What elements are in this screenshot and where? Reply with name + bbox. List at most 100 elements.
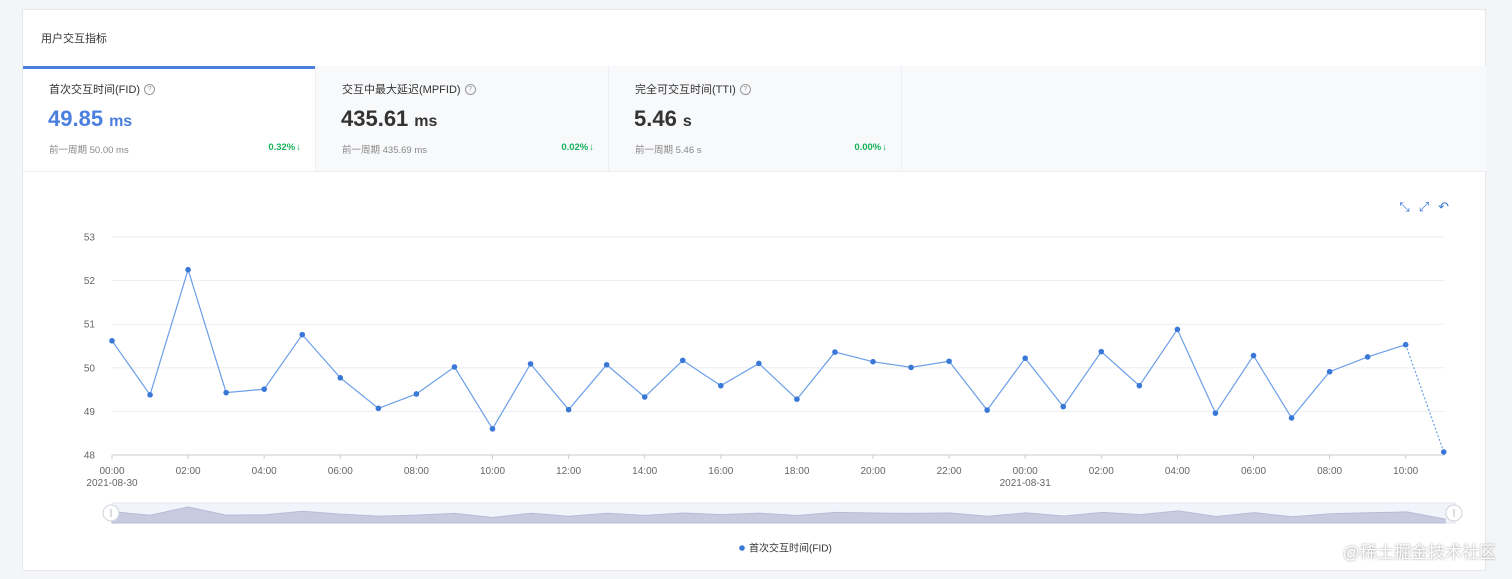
y-tick-label: 48	[84, 451, 96, 462]
x-tick-label: 04:00	[1165, 466, 1190, 477]
x-tick-label: 06:00	[1241, 466, 1266, 477]
x-tick-label: 12:00	[556, 466, 581, 477]
x-date-label: 2021-08-30	[86, 478, 138, 489]
x-tick-label: 02:00	[176, 466, 201, 477]
arrow-down-icon: ↓	[882, 142, 887, 153]
metric-tab-mpfid[interactable]: 交互中最大延迟(MPFID) ? 435.61 ms 前一周期 435.69 m…	[316, 66, 609, 171]
data-point	[1022, 355, 1028, 362]
x-tick-label: 14:00	[632, 466, 657, 477]
x-tick-label: 00:00	[99, 466, 124, 477]
metric-unit: ms	[109, 113, 133, 130]
help-icon[interactable]: ?	[464, 83, 476, 95]
data-point	[641, 394, 648, 400]
data-point	[565, 406, 572, 413]
zoom-icon[interactable]: ⤡	[1399, 200, 1409, 213]
chart-area: ⤡ ⤢ ↶ 53 52 51 50 49 48 00:00 02:00 04:00 06:00 08…	[23, 172, 1487, 571]
data-point	[413, 391, 420, 397]
data-point	[832, 349, 838, 355]
data-point	[756, 360, 762, 367]
series-line-dashed	[1405, 344, 1445, 453]
data-point	[1440, 449, 1447, 455]
watermark: @稀土掘金技术社区	[1342, 543, 1496, 562]
legend-label: 首次交互时间(FID)	[749, 542, 832, 555]
metric-value: 435.61	[341, 106, 409, 131]
metric-unit: ms	[414, 113, 438, 130]
metric-label: 首次交互时间(FID)	[49, 84, 141, 96]
metric-label: 交互中最大延迟(MPFID)	[342, 84, 461, 96]
y-tick-label: 51	[84, 320, 96, 331]
metric-previous-period: 前一周期 435.69 ms	[342, 145, 427, 156]
help-icon[interactable]: ?	[739, 83, 751, 95]
data-point	[1136, 382, 1143, 389]
chart-toolbar: ⤡ ⤢ ↶	[1399, 200, 1449, 213]
data-point	[718, 382, 724, 389]
metric-previous-period: 前一周期 50.00 ms	[49, 145, 129, 156]
arrow-down-icon: ↓	[296, 142, 301, 153]
y-tick-label: 53	[84, 233, 96, 244]
metric-tab-tti[interactable]: 完全可交互时间(TTI) ? 5.46 s 前一周期 5.46 s 0.00% …	[609, 66, 902, 171]
metric-change: 0.00% ↓	[854, 142, 887, 153]
data-point	[375, 405, 382, 412]
restore-icon[interactable]: ↶	[1438, 200, 1449, 213]
data-point	[794, 396, 800, 402]
metric-tabs-filler	[902, 66, 1487, 171]
data-point	[1288, 415, 1295, 421]
data-point	[603, 361, 610, 368]
x-tick-label: 00:00	[1013, 466, 1038, 477]
metric-tab-fid[interactable]: 首次交互时间(FID) ? 49.85 ms 前一周期 50.00 ms 0.3…	[23, 66, 316, 171]
series-line	[111, 267, 1406, 431]
data-point	[489, 426, 496, 432]
x-tick-label: 08:00	[404, 466, 429, 477]
x-tick-label: 22:00	[937, 466, 962, 477]
data-point	[1060, 403, 1067, 410]
metric-change: 0.32% ↓	[268, 142, 301, 153]
user-interaction-panel: 用户交互指标 首次交互时间(FID) ? 49.85 ms 前一周期 50.00…	[22, 9, 1487, 571]
data-point	[299, 331, 306, 338]
data-point	[1402, 341, 1409, 348]
data-point	[1212, 410, 1219, 416]
x-tick-label: 02:00	[1089, 466, 1114, 477]
help-icon[interactable]: ?	[144, 83, 156, 95]
data-point	[223, 389, 229, 396]
metric-value: 5.46	[634, 106, 677, 131]
y-tick-label: 49	[84, 407, 96, 418]
x-tick-label: 18:00	[784, 466, 809, 477]
data-point	[1364, 354, 1371, 360]
x-tick-label: 10:00	[1393, 466, 1418, 477]
data-point	[1326, 368, 1333, 375]
data-point	[946, 358, 952, 365]
data-point	[1174, 326, 1181, 333]
metric-change: 0.02% ↓	[561, 142, 594, 153]
y-tick-label: 52	[84, 276, 96, 287]
metric-previous-period: 前一周期 5.46 s	[635, 145, 702, 156]
data-point	[908, 364, 914, 371]
x-tick-label: 16:00	[708, 466, 733, 477]
metric-value: 49.85	[48, 106, 104, 131]
data-point	[870, 358, 876, 365]
x-tick-label: 08:00	[1317, 466, 1342, 477]
data-point	[261, 386, 267, 392]
x-tick-label: 10:00	[480, 466, 505, 477]
data-point	[147, 392, 153, 398]
data-point	[337, 375, 344, 381]
x-date-label: 2021-08-31	[1000, 478, 1052, 489]
x-tick-label: 04:00	[252, 466, 277, 477]
metric-unit: s	[682, 113, 692, 130]
metric-label: 完全可交互时间(TTI)	[635, 84, 736, 96]
arrow-down-icon: ↓	[589, 142, 594, 153]
data-point	[527, 361, 534, 367]
legend-marker	[739, 545, 745, 551]
data-point	[679, 357, 686, 364]
data-point	[984, 407, 990, 413]
x-tick-label: 06:00	[328, 466, 353, 477]
data-point	[451, 364, 458, 370]
x-tick-label: 20:00	[860, 466, 885, 477]
metric-tabs: 首次交互时间(FID) ? 49.85 ms 前一周期 50.00 ms 0.3…	[23, 66, 1487, 172]
data-point	[1250, 352, 1257, 359]
panel-title: 用户交互指标	[23, 10, 1485, 67]
data-point	[109, 337, 115, 344]
data-point	[1098, 348, 1105, 355]
y-tick-label: 50	[84, 363, 96, 374]
line-chart: 53525150494800:00 02:00 04:00 06:00 08:00 10:…	[84, 233, 1463, 555]
zoom-back-icon[interactable]: ⤢	[1419, 200, 1429, 213]
